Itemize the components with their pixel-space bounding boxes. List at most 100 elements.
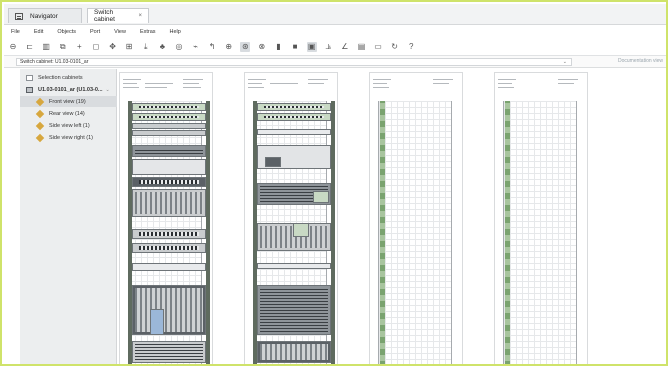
menu-bar: File Edit Objects Port View Extras Help xyxy=(4,26,666,38)
menu-objects[interactable]: Objects xyxy=(57,29,76,35)
toolbar: ⊖ ⊏ ▥ ⧉ + ◻ ✥ ⊞ ⤓ ♣ ◎ ⌁ ↰ ⊕ ⊛ ⊗ ▮ ■ ▣ ⫡ … xyxy=(4,38,666,56)
blank-panel[interactable] xyxy=(257,129,331,135)
grid-icon[interactable]: ⊞ xyxy=(124,42,134,52)
pen-icon[interactable]: ∠ xyxy=(340,42,350,52)
cabinet-page-front[interactable] xyxy=(119,72,213,364)
zoom-out-icon[interactable]: ⊗ xyxy=(257,42,267,52)
patch-panel[interactable] xyxy=(257,113,331,121)
side-rail xyxy=(505,101,510,364)
blank-panel[interactable] xyxy=(257,263,331,269)
view-leaf-icon xyxy=(35,97,45,106)
sidebar-item-label: Side view right (1) xyxy=(49,134,94,141)
fan-module[interactable] xyxy=(293,223,309,237)
sidebar-item-label: Front view (19) xyxy=(49,98,86,105)
menu-port[interactable]: Port xyxy=(90,29,100,35)
sidebar-header-label: Selection cabinets xyxy=(38,74,83,81)
tab-switch-cabinet-label: Switch cabinet xyxy=(94,9,115,23)
frame-icon[interactable]: ⊏ xyxy=(25,42,35,52)
menu-extras[interactable]: Extras xyxy=(140,29,156,35)
page-header xyxy=(248,76,335,98)
undo-icon[interactable]: ↰ xyxy=(207,42,217,52)
chevron-icon[interactable]: ⌄ xyxy=(106,87,110,93)
view-leaf-icon xyxy=(35,121,45,130)
sidebar-cabinet-label: U1.03-0101_ar (U1.03-0... xyxy=(38,86,103,93)
zoom-fit-icon[interactable]: ⊛ xyxy=(240,41,251,52)
select-icon[interactable]: ◻ xyxy=(91,42,101,52)
tab-navigator[interactable]: Navigator xyxy=(8,8,82,23)
breadcrumb-text: Switch cabinet: U1.03-0101_ar xyxy=(20,59,89,65)
stamp-icon[interactable]: ♣ xyxy=(157,42,167,52)
add-icon[interactable]: + xyxy=(74,42,84,52)
power-module[interactable] xyxy=(265,157,281,167)
print-icon[interactable]: ▤ xyxy=(356,42,366,52)
view-leaf-icon xyxy=(35,133,45,142)
power-distribution[interactable] xyxy=(257,341,331,363)
back-icon[interactable]: ⊖ xyxy=(8,42,18,52)
ruler-icon[interactable]: ⌁ xyxy=(191,42,201,52)
tab-navigator-label: Navigator xyxy=(30,12,58,20)
blade-chassis[interactable] xyxy=(257,285,331,335)
page-header xyxy=(498,76,585,98)
dark-view-icon[interactable]: ■ xyxy=(290,42,300,52)
move-icon[interactable]: ✥ xyxy=(108,42,118,52)
breadcrumb[interactable]: Switch cabinet: U1.03-0101_ar ⌄ xyxy=(16,58,572,66)
menu-view[interactable]: View xyxy=(114,29,126,35)
server-device[interactable] xyxy=(132,145,206,157)
patch-panel[interactable] xyxy=(132,113,206,121)
zoom-in-icon[interactable]: ⊕ xyxy=(224,42,234,52)
cable-manager[interactable] xyxy=(132,123,206,129)
cabinet-page-rear[interactable] xyxy=(244,72,338,364)
export-icon[interactable]: ⤓ xyxy=(141,42,151,52)
blade-module[interactable] xyxy=(150,309,164,335)
page-header xyxy=(373,76,460,98)
sidebar-header[interactable]: Selection cabinets xyxy=(20,72,117,83)
power-distribution[interactable] xyxy=(132,341,206,363)
chart-icon[interactable]: ⫡ xyxy=(323,42,333,52)
page-header xyxy=(123,76,210,98)
tab-switch-cabinet[interactable]: Switch cabinet × xyxy=(87,8,149,23)
blank-panel[interactable] xyxy=(132,263,206,271)
cabinet-page-side-right[interactable] xyxy=(494,72,588,364)
sidebar-item-label: Rear view (14) xyxy=(49,110,85,117)
menu-help[interactable]: Help xyxy=(170,29,181,35)
document-icon xyxy=(26,74,33,81)
refresh-icon[interactable]: ↻ xyxy=(390,42,400,52)
sidebar-item-side-left[interactable]: Side view left (1) xyxy=(20,120,117,131)
patch-panel[interactable] xyxy=(257,103,331,111)
sidebar-item-rear-view[interactable]: Rear view (14) xyxy=(20,108,117,119)
chevron-down-icon[interactable]: ⌄ xyxy=(563,59,567,66)
cabinet-rail xyxy=(331,101,335,364)
sidebar: Selection cabinets U1.03-0101_ar (U1.03-… xyxy=(20,69,117,364)
menu-file[interactable]: File xyxy=(11,29,20,35)
sidebar-item-front-view[interactable]: Front view (19) xyxy=(20,96,117,107)
sidebar-cabinet[interactable]: U1.03-0101_ar (U1.03-0... ⌄ xyxy=(20,84,117,95)
documentation-view-link[interactable]: Documentation view xyxy=(618,58,663,64)
switch-device[interactable] xyxy=(132,177,206,187)
blade-chassis[interactable] xyxy=(132,285,206,335)
drawing-canvas[interactable] xyxy=(117,69,666,364)
window-icon[interactable]: ▭ xyxy=(373,42,383,52)
target-icon[interactable]: ◎ xyxy=(174,42,184,52)
close-icon[interactable]: × xyxy=(138,13,142,19)
help-icon[interactable]: ? xyxy=(406,42,416,52)
breadcrumb-bar: Switch cabinet: U1.03-0101_ar ⌄ Document… xyxy=(4,56,666,68)
patch-panel[interactable] xyxy=(132,243,206,253)
side-rail xyxy=(380,101,385,364)
cable-manager[interactable] xyxy=(132,130,206,136)
patch-panel[interactable] xyxy=(132,103,206,111)
fan-module[interactable] xyxy=(313,191,329,203)
delete-icon[interactable]: ▥ xyxy=(41,42,51,52)
cabinet-grid xyxy=(378,101,452,364)
view-icon[interactable]: ▣ xyxy=(306,41,317,52)
view-leaf-icon xyxy=(35,109,45,118)
fill-icon[interactable]: ▮ xyxy=(274,42,284,52)
tab-bar: Navigator Switch cabinet × xyxy=(4,4,666,25)
cabinet-page-side-left[interactable] xyxy=(369,72,463,364)
shelf[interactable] xyxy=(132,159,206,175)
navigator-icon xyxy=(15,12,23,20)
patch-panel[interactable] xyxy=(132,229,206,239)
copy-icon[interactable]: ⧉ xyxy=(58,42,68,52)
sidebar-item-side-right[interactable]: Side view right (1) xyxy=(20,132,117,143)
storage-device[interactable] xyxy=(132,189,206,217)
menu-edit[interactable]: Edit xyxy=(34,29,43,35)
